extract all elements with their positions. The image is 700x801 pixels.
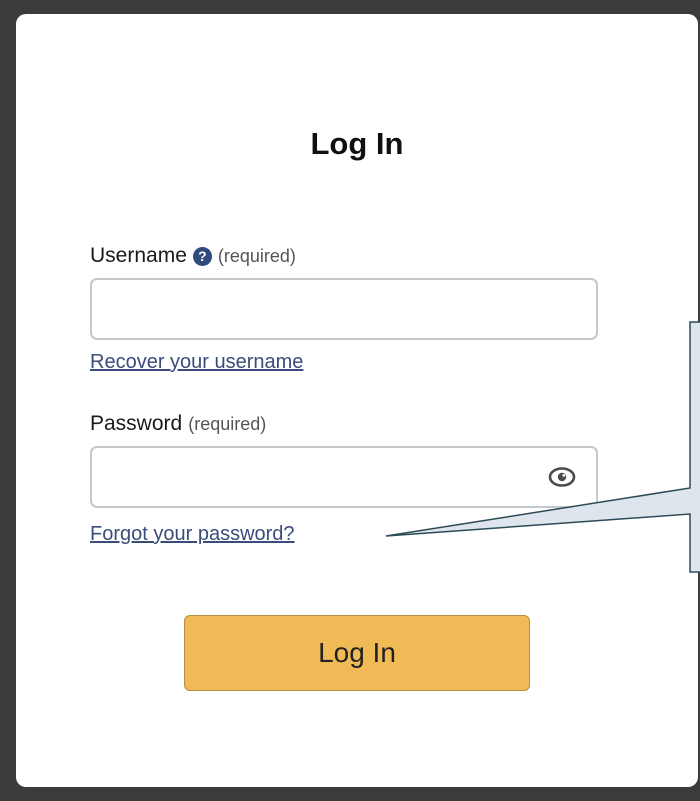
eye-icon[interactable] bbox=[548, 467, 576, 487]
username-required-note: (required) bbox=[217, 245, 296, 266]
login-card: Log In Username ? (required) Recover you… bbox=[16, 14, 698, 787]
page-title: Log In bbox=[310, 126, 404, 161]
username-input[interactable] bbox=[92, 280, 596, 338]
recover-username-link[interactable]: Recover your username bbox=[90, 351, 303, 374]
login-button[interactable]: Log In bbox=[184, 615, 530, 691]
username-label-row: Username ? (required) bbox=[90, 244, 296, 268]
password-label-row: Password (required) bbox=[90, 412, 266, 436]
password-label: Password bbox=[90, 412, 183, 435]
password-input[interactable] bbox=[92, 448, 596, 506]
username-field-box bbox=[90, 278, 598, 340]
question-circle-icon[interactable]: ? bbox=[192, 246, 212, 266]
password-required-note: (required) bbox=[188, 413, 267, 434]
username-label: Username bbox=[90, 244, 187, 267]
forgot-password-link[interactable]: Forgot your password? bbox=[90, 523, 295, 546]
password-field-box bbox=[90, 446, 598, 508]
